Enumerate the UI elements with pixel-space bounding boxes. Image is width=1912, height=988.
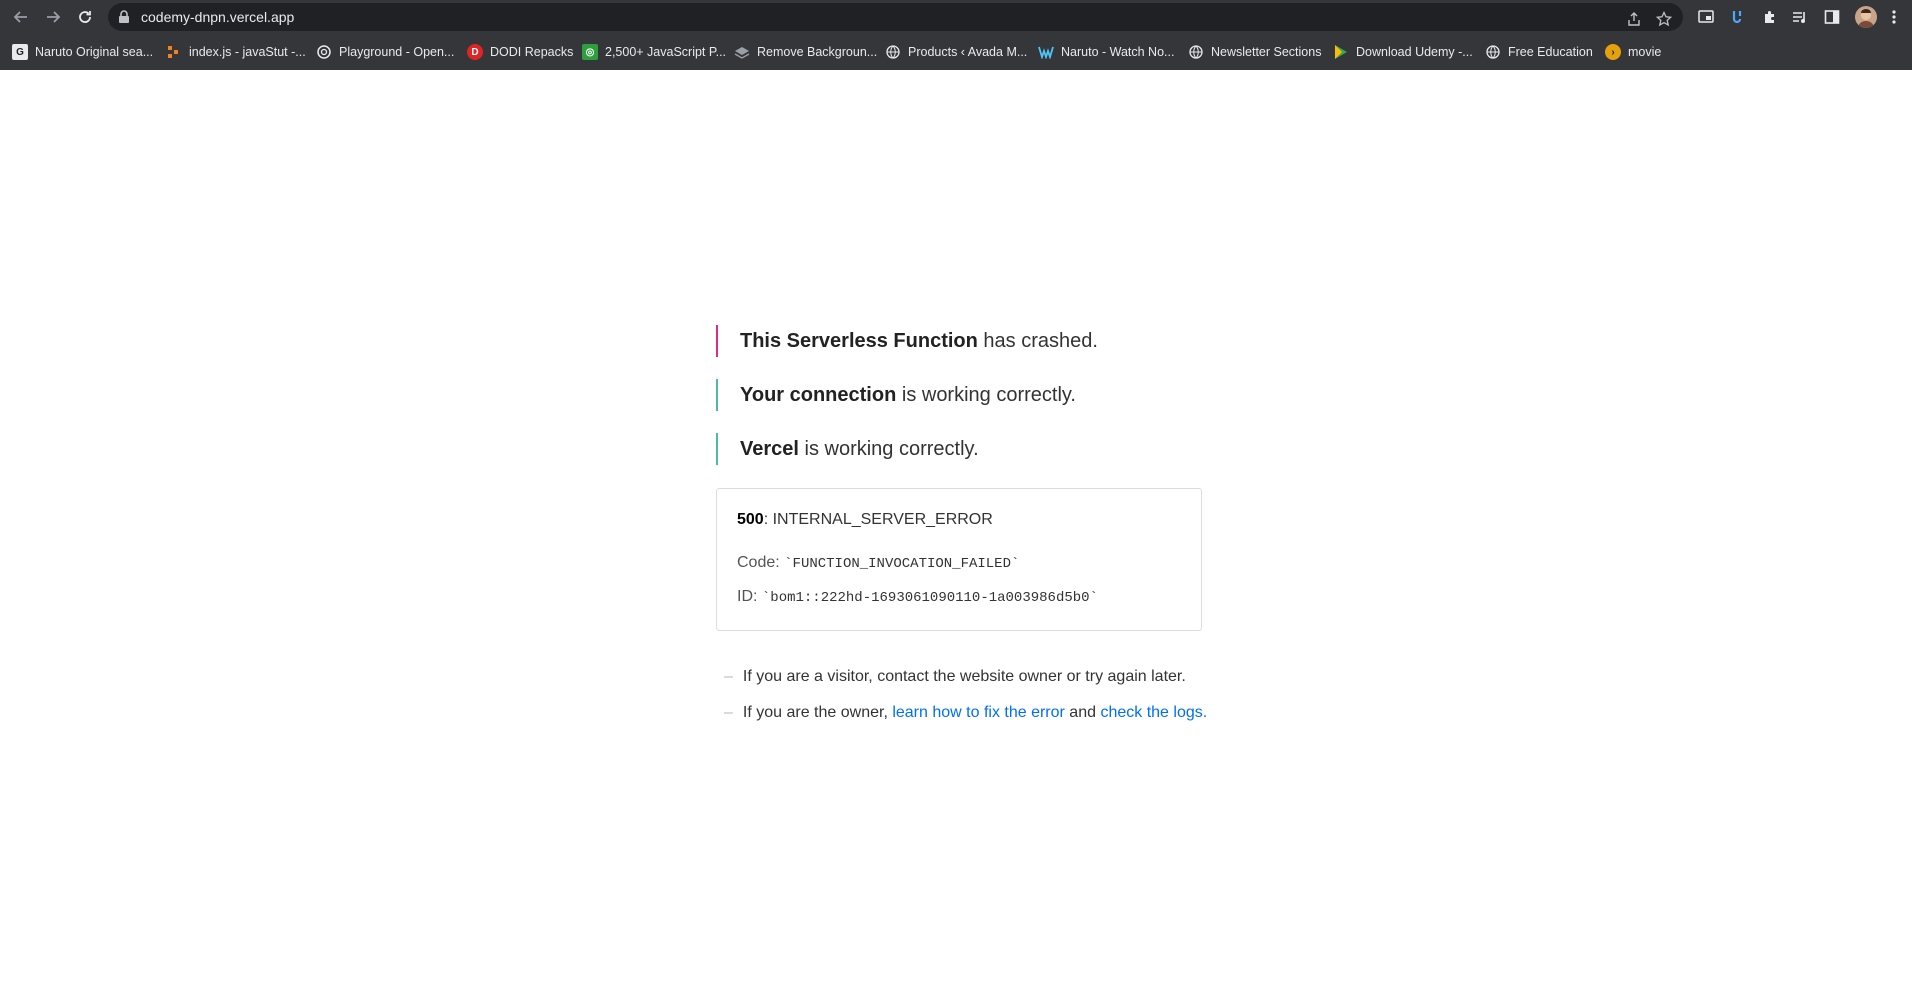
fix-error-link[interactable]: learn how to fix the error [892, 704, 1065, 721]
bookmark-newsletter-sections[interactable]: Newsletter Sections [1188, 43, 1321, 61]
message-vercel-ok: Vercel is working correctly. [716, 433, 979, 465]
bookmark-movie[interactable]: › movie [1605, 43, 1661, 61]
error-id-line: ID: `bom1::222hd-1693061090110-1a003986d… [737, 588, 1098, 606]
bookmark-javascript-projects[interactable]: ◎ 2,500+ JavaScript P... [582, 43, 726, 61]
forward-button[interactable] [41, 5, 65, 29]
reload-icon [79, 11, 91, 23]
bookmark-star-button[interactable] [1653, 8, 1675, 30]
share-icon [1628, 12, 1640, 26]
bookmark-label: Remove Backgroun... [757, 45, 878, 59]
dodi-icon: D [467, 44, 483, 60]
help-visitor-text: If you are a visitor, contact the websit… [742, 668, 1186, 685]
layers-icon [734, 44, 750, 60]
kebab-menu-icon [1892, 10, 1896, 24]
side-panel-button[interactable] [1821, 6, 1843, 28]
bookmark-label: Products ‹ Avada M... [908, 45, 1028, 59]
green-badge-icon: ◎ [582, 44, 598, 60]
id-label: ID: [737, 588, 762, 605]
bookmark-avada-products[interactable]: Products ‹ Avada M... [885, 43, 1027, 61]
dash-icon: – [724, 668, 733, 685]
bookmark-playground[interactable]: Playground - Open... [316, 43, 454, 61]
url-text: codemy-dnpn.vercel.app [141, 9, 295, 25]
address-bar[interactable]: codemy-dnpn.vercel.app [108, 3, 1683, 31]
back-arrow-icon [13, 11, 27, 23]
help-owner-prefix: If you are the owner, [742, 704, 893, 721]
code-value: `FUNCTION_INVOCATION_FAILED` [784, 556, 1020, 572]
error-details-box: 500: INTERNAL_SERVER_ERROR Code: `FUNCTI… [716, 488, 1202, 631]
bookmark-label: movie [1628, 45, 1662, 59]
globe-icon [885, 44, 901, 60]
bookmark-label: Newsletter Sections [1211, 45, 1322, 59]
crunchy-icon [1038, 44, 1054, 60]
bookmark-label: Free Education [1508, 45, 1593, 59]
plex-icon: › [1605, 44, 1621, 60]
error-page: This Serverless Function has crashed. Yo… [0, 70, 1912, 988]
forward-arrow-icon [47, 11, 61, 23]
lock-icon [119, 10, 129, 23]
avatar-icon [1858, 9, 1874, 28]
bookmark-dodi[interactable]: D DODI Repacks [467, 43, 573, 61]
openai-icon [316, 44, 332, 60]
side-panel-icon [1824, 10, 1840, 24]
bookmark-label: Naruto - Watch No... [1061, 45, 1175, 59]
bookmark-naruto-watch[interactable]: Naruto - Watch No... [1038, 43, 1174, 61]
reading-list-button[interactable] [1789, 6, 1811, 28]
bookmark-free-education[interactable]: Free Education [1485, 43, 1593, 61]
bookmark-label: index.js - javaStut -... [189, 45, 306, 59]
puzzle-icon [1765, 11, 1774, 23]
help-owner-mid: and [1064, 704, 1101, 721]
bookmark-label: Naruto Original sea... [35, 45, 154, 59]
message-rest: is working correctly. [896, 384, 1076, 406]
play-icon [1333, 44, 1349, 60]
letterbox-icon: G [12, 44, 28, 60]
code-label: Code: [737, 554, 785, 571]
bookmark-label: Download Udemy -... [1356, 45, 1473, 59]
globe-icon [1485, 44, 1501, 60]
message-bold: Your connection [740, 384, 897, 406]
message-rest: is working correctly. [798, 438, 979, 460]
bookmark-naruto-original[interactable]: G Naruto Original sea... [12, 43, 153, 61]
bookmark-index-js[interactable]: index.js - javaStut -... [166, 43, 306, 61]
playlist-icon [1793, 12, 1805, 23]
star-icon [1656, 11, 1672, 27]
message-connection-ok: Your connection is working correctly. [716, 379, 1076, 411]
message-rest: has crashed. [977, 330, 1098, 352]
profile-avatar[interactable] [1855, 6, 1877, 28]
screen-icon [1698, 10, 1714, 23]
check-logs-link[interactable]: check the logs. [1100, 704, 1207, 721]
status-code: 500 [737, 511, 764, 528]
status-text: : INTERNAL_SERVER_ERROR [763, 511, 993, 528]
help-owner-line: – If you are the owner, learn how to fix … [724, 704, 1207, 722]
bookmark-label: 2,500+ JavaScript P... [605, 45, 727, 59]
dash-icon: – [724, 704, 733, 721]
share-button[interactable] [1623, 8, 1645, 30]
globe-icon [1188, 44, 1204, 60]
extension-button[interactable] [1727, 6, 1749, 28]
bookmarks-bar: G Naruto Original sea... index.js - java… [0, 34, 1912, 71]
error-status: 500: INTERNAL_SERVER_ERROR [737, 511, 993, 529]
extensions-menu-button[interactable] [1759, 6, 1781, 28]
browser-menu-button[interactable] [1888, 6, 1900, 28]
bookmark-label: Playground - Open... [339, 45, 455, 59]
help-visitor-line: – If you are a visitor, contact the websi… [724, 668, 1186, 686]
bookmark-download-udemy[interactable]: Download Udemy -... [1333, 43, 1473, 61]
message-bold: This Serverless Function [740, 330, 978, 352]
id-value: `bom1::222hd-1693061090110-1a003986d5b0` [761, 590, 1098, 606]
message-function-crashed: This Serverless Function has crashed. [716, 325, 1098, 357]
reload-button[interactable] [73, 5, 97, 29]
browser-toolbar: codemy-dnpn.vercel.app [0, 0, 1912, 34]
cast-extension-button[interactable] [1695, 6, 1717, 28]
bookmark-label: DODI Repacks [490, 45, 574, 59]
message-bold: Vercel [740, 438, 799, 460]
bookmark-remove-background[interactable]: Remove Backgroun... [734, 43, 877, 61]
dots-icon [166, 44, 182, 60]
back-button[interactable] [9, 5, 33, 29]
extension-logo-icon [1732, 11, 1742, 24]
error-code-line: Code: `FUNCTION_INVOCATION_FAILED` [737, 554, 1019, 572]
